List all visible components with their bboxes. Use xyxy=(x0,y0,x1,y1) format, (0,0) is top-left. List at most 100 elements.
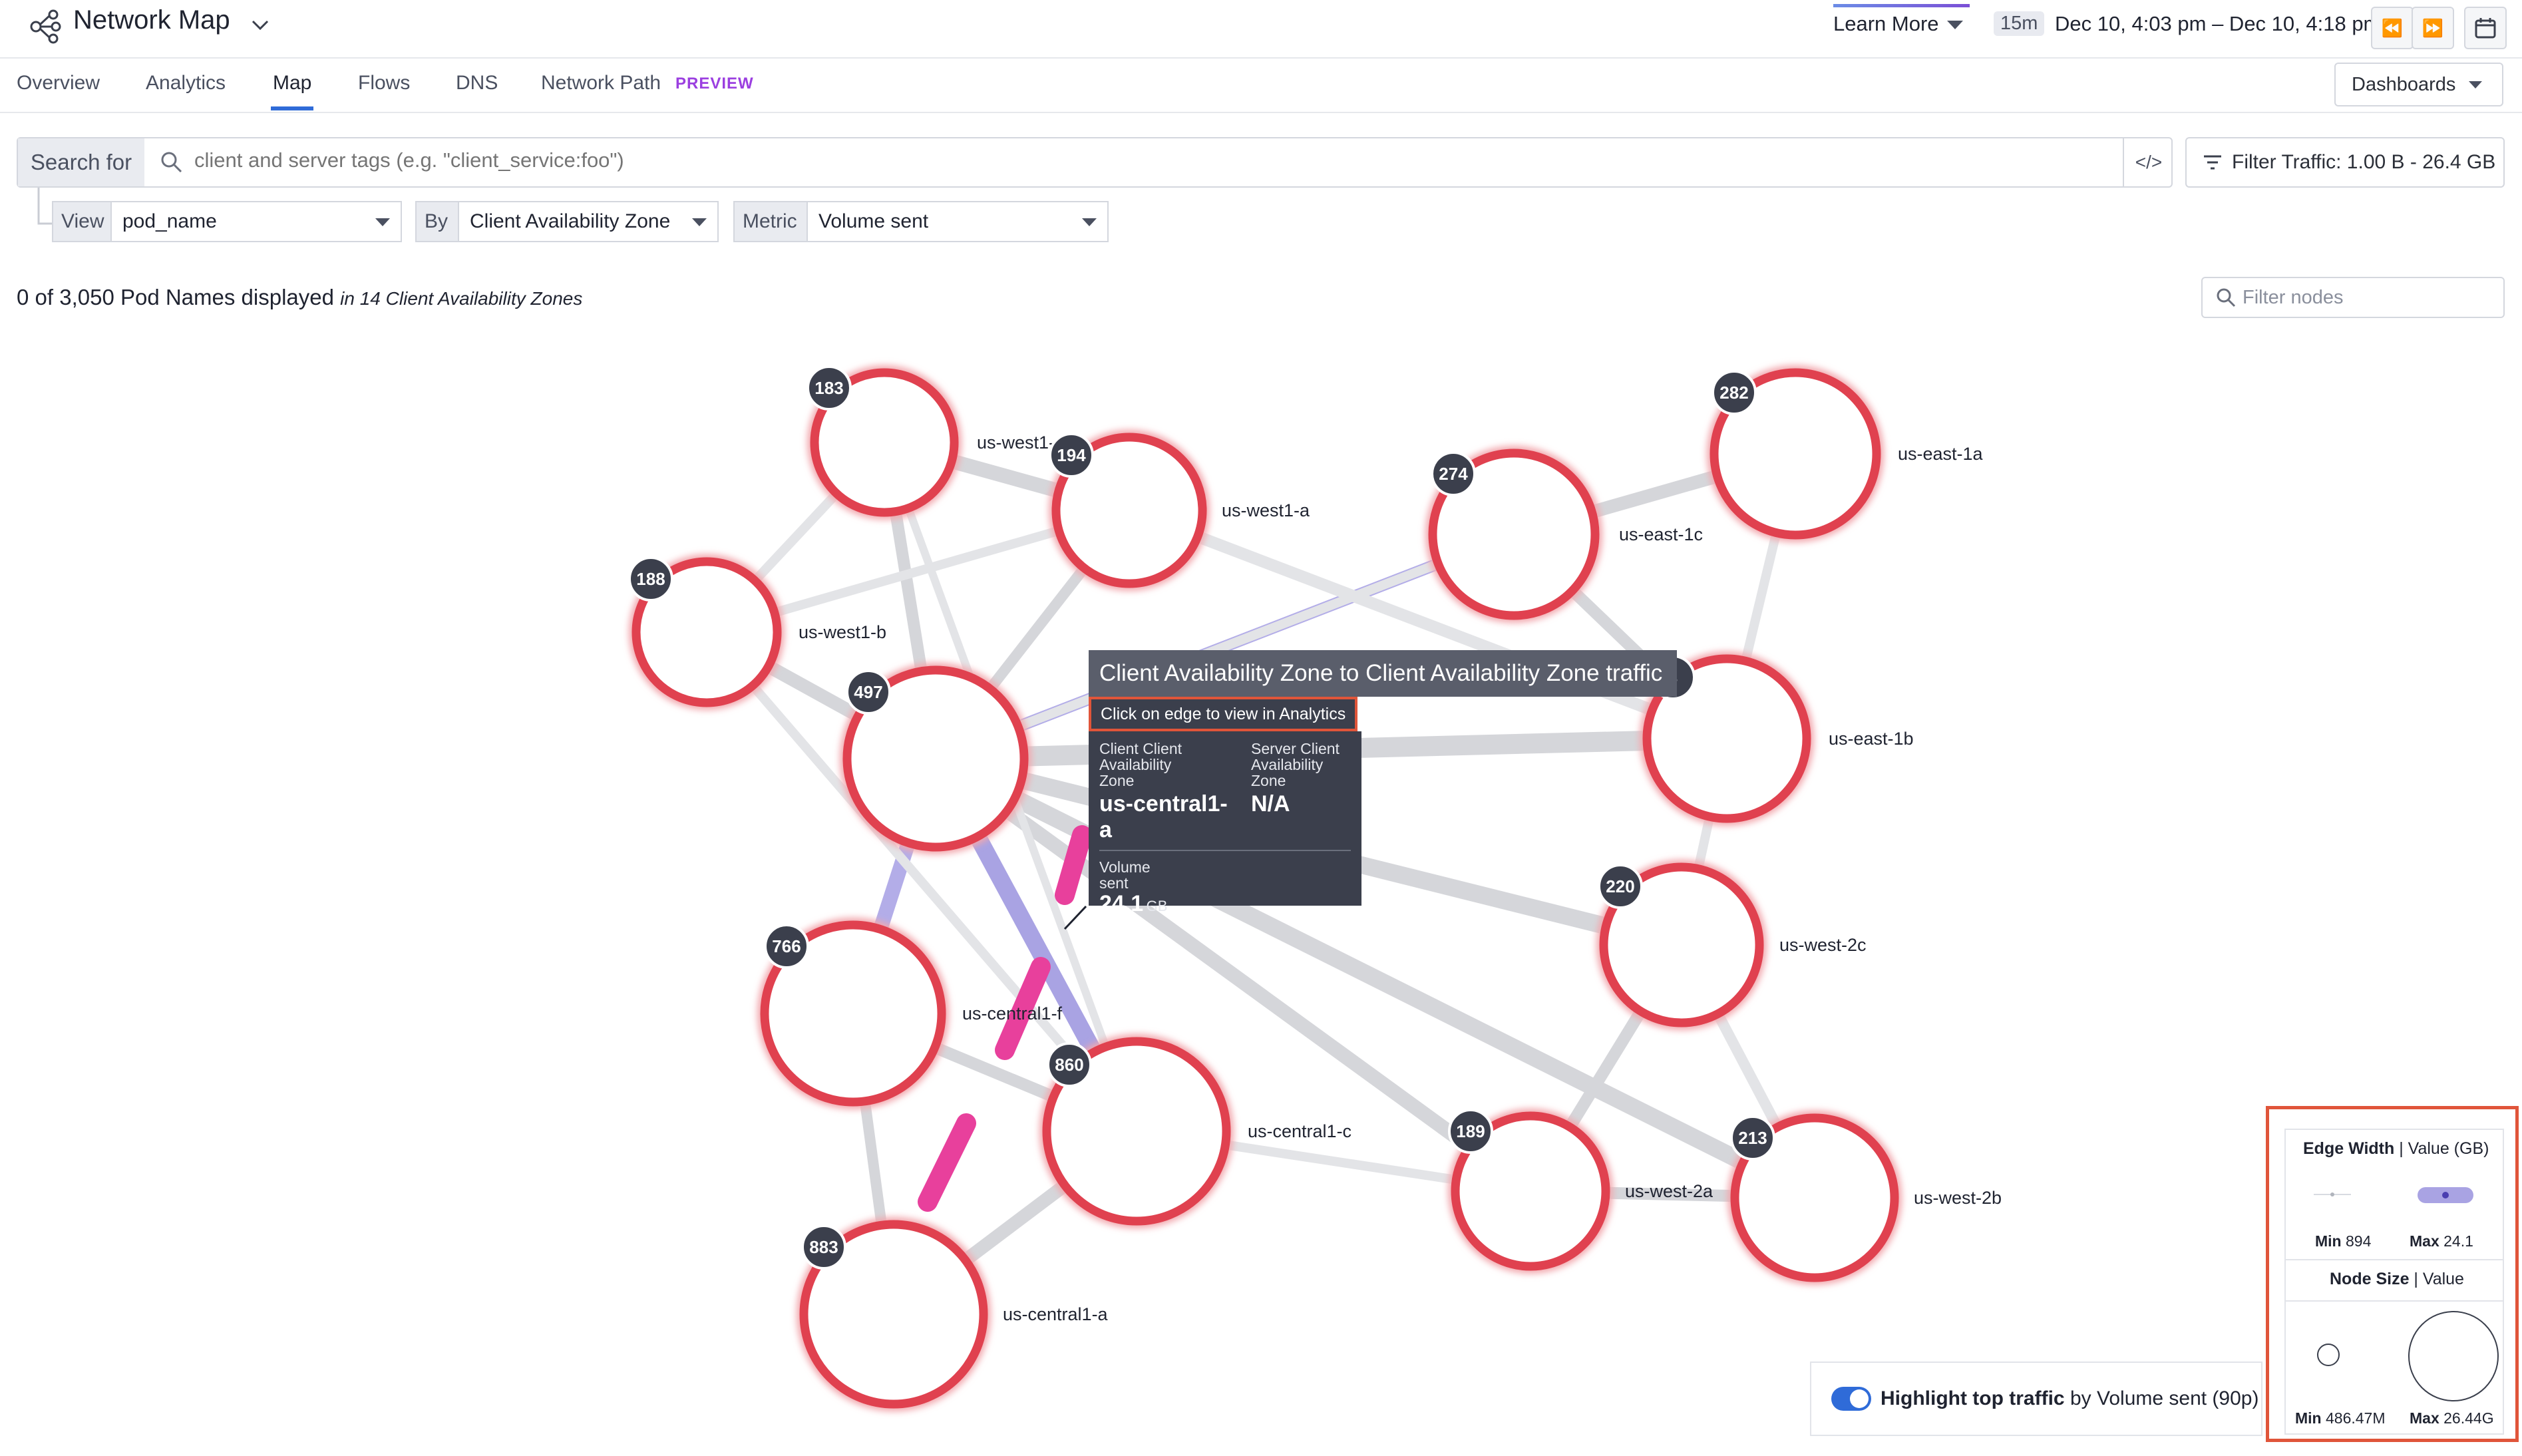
edge-max-swatch xyxy=(2418,1187,2473,1203)
edge-max: Max 24.1 xyxy=(2410,1232,2473,1250)
zone-node[interactable]: 274 us-east-1c xyxy=(1425,446,1703,623)
highlight-label-rest: by Volume sent (90p) xyxy=(2070,1387,2259,1409)
edge-min: Min 894 xyxy=(2315,1232,2371,1250)
by-value: Client Availability Zone xyxy=(470,210,671,232)
caret-down-icon xyxy=(375,218,390,226)
server-zone-value: N/A xyxy=(1251,791,1290,817)
node-count-text: 220 xyxy=(1606,876,1634,896)
dashboards-button[interactable]: Dashboards xyxy=(2334,63,2503,106)
rewind-icon: ⏪ xyxy=(2381,17,2404,38)
chevron-down-icon[interactable] xyxy=(250,17,270,33)
search-for-label: Search for xyxy=(18,138,144,186)
filter-traffic-label: Filter Traffic: 1.00 B - 26.4 GB xyxy=(2232,151,2496,173)
by-select[interactable]: Client Availability Zone xyxy=(459,201,719,242)
node-label: us-central1-f xyxy=(962,1003,1063,1023)
view-value: pod_name xyxy=(122,210,217,232)
fast-forward-button[interactable]: ⏩ xyxy=(2412,7,2454,49)
zone-node[interactable]: 3us-east-1b xyxy=(1640,651,1914,826)
learn-more-accent xyxy=(1833,4,1970,7)
node-label: us-west-2c xyxy=(1779,935,1867,955)
caret-down-icon xyxy=(2469,81,2483,89)
highlight-label-bold: Highlight top traffic xyxy=(1881,1387,2065,1409)
tab-dns[interactable]: DNS xyxy=(456,72,498,94)
zone-node[interactable]: 213 us-west-2b xyxy=(1727,1111,2002,1285)
search-icon xyxy=(161,152,182,173)
node-label: us-west-2a xyxy=(1625,1181,1713,1201)
code-icon: </> xyxy=(2135,152,2163,172)
tab-flows[interactable]: Flows xyxy=(358,72,410,94)
node-count-text: 183 xyxy=(814,378,843,398)
learn-more-button[interactable]: Learn More xyxy=(1833,12,1939,36)
zone-node[interactable]: 883 us-central1-a xyxy=(797,1217,1109,1411)
node-min-label: Min xyxy=(2295,1409,2322,1427)
calendar-button[interactable] xyxy=(2464,7,2507,49)
tooltip-title: Client Availability Zone to Client Avail… xyxy=(1089,650,1677,697)
node-max-label: Max xyxy=(2410,1409,2439,1427)
metric-tooltip-value: 24.1 xyxy=(1099,891,1144,916)
node-label: us-east-1b xyxy=(1829,729,1914,749)
query-editor-button[interactable]: </> xyxy=(2123,138,2173,186)
calendar-icon xyxy=(2475,18,2496,39)
filter-nodes-input[interactable]: Filter nodes xyxy=(2201,277,2505,318)
zone-node[interactable]: 497 xyxy=(840,663,1031,854)
fast-forward-icon: ⏩ xyxy=(2422,17,2444,38)
node-min: Min 486.47M xyxy=(2295,1409,2386,1427)
metric-label: Metric xyxy=(733,201,808,242)
app-title[interactable]: Network Map xyxy=(73,5,230,35)
preview-badge: PREVIEW xyxy=(675,75,754,92)
edge-max-value: 24.1 xyxy=(2443,1232,2473,1250)
by-label: By xyxy=(415,201,459,242)
node-label: us-east-1c xyxy=(1619,524,1703,544)
zone-node[interactable]: 220 us-west-2c xyxy=(1596,860,1867,1030)
view-in-analytics-hint[interactable]: Click on edge to view in Analytics xyxy=(1089,697,1357,731)
filter-traffic-button[interactable]: Filter Traffic: 1.00 B - 26.4 GB xyxy=(2185,137,2505,188)
zone-node[interactable]: 188 us-west1-b xyxy=(628,554,886,710)
edge-min-swatch xyxy=(2314,1192,2351,1196)
client-zone-value: us-central1-a xyxy=(1099,791,1228,842)
node-count-text: 766 xyxy=(772,936,801,956)
nodes-count: 0 of 3,050 Pod Names displayed xyxy=(17,285,334,309)
zone-node[interactable]: 183us-west1-c xyxy=(807,365,1064,520)
metric-select[interactable]: Volume sent xyxy=(808,201,1109,242)
time-range[interactable]: Dec 10, 4:03 pm – Dec 10, 4:18 pm xyxy=(2055,12,2380,36)
view-label: View xyxy=(52,201,112,242)
node-min-value: 486.47M xyxy=(2326,1409,2386,1427)
node-size-unit: Value xyxy=(2422,1270,2464,1288)
node-max: Max 26.44G xyxy=(2410,1409,2494,1427)
view-select[interactable]: pod_name xyxy=(112,201,402,242)
node-label: us-west-2b xyxy=(1914,1188,2002,1208)
tab-network-path[interactable]: Network Path xyxy=(541,72,661,94)
search-input[interactable] xyxy=(193,148,2059,173)
node-label: us-east-1a xyxy=(1898,444,1984,464)
top-traffic-edge[interactable] xyxy=(918,1113,976,1212)
rewind-button[interactable]: ⏪ xyxy=(2371,7,2414,49)
caret-down-icon[interactable] xyxy=(1946,19,1964,32)
edge-max-label: Max xyxy=(2410,1232,2439,1250)
highlight-label: Highlight top traffic by Volume sent (90… xyxy=(1881,1387,2258,1410)
caret-down-icon xyxy=(1082,218,1097,226)
tab-map[interactable]: Map xyxy=(273,72,311,94)
node-count-text: 497 xyxy=(854,682,882,702)
time-preset-chip[interactable]: 15m xyxy=(1994,11,2045,36)
tab-analytics[interactable]: Analytics xyxy=(146,72,226,94)
zone-node[interactable]: 860 us-central1-c xyxy=(1039,1034,1351,1228)
legend-panel: Edge Width | Value (GB) Min 894 Max 24.1… xyxy=(2284,1129,2504,1435)
server-zone-label: Server Client Availability Zone xyxy=(1251,740,1340,789)
edge-width-title: Edge Width xyxy=(2303,1139,2395,1158)
metric-tooltip-label: Volume sent xyxy=(1099,858,1151,892)
dashboards-label: Dashboards xyxy=(2352,73,2456,95)
node-count-text: 274 xyxy=(1439,464,1468,484)
edge-min-label: Min xyxy=(2315,1232,2342,1250)
tab-overview[interactable]: Overview xyxy=(17,72,100,94)
filter-icon xyxy=(2204,155,2221,170)
node-count-text: 188 xyxy=(636,569,665,589)
top-traffic-edge[interactable] xyxy=(1055,825,1092,905)
node-count-text: 883 xyxy=(809,1237,838,1257)
network-map-icon xyxy=(30,9,61,44)
node-count-text: 194 xyxy=(1057,445,1086,465)
zone-node[interactable]: 282 us-east-1a xyxy=(1707,365,1984,542)
node-label: us-west1-a xyxy=(1222,500,1310,520)
node-max-swatch xyxy=(2408,1311,2499,1401)
tooltip-pointer xyxy=(1063,905,1087,930)
active-tab-indicator xyxy=(271,106,313,110)
